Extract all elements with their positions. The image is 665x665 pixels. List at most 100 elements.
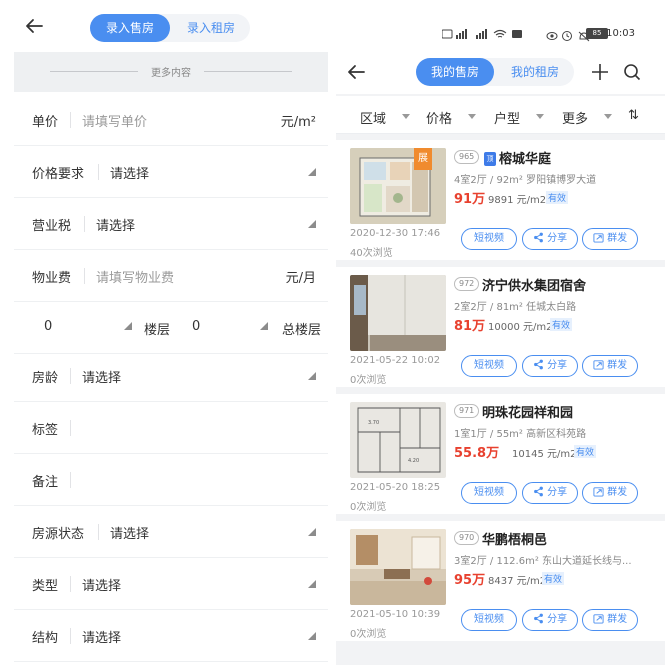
- tab-add-rent[interactable]: 录入租房: [172, 14, 250, 42]
- type-label: 类型: [32, 579, 59, 594]
- share-label: 分享: [547, 614, 568, 625]
- field-separator: [84, 216, 85, 232]
- share-icon: [534, 359, 543, 370]
- listing-date: 2021-05-10 10:39: [350, 609, 441, 620]
- share-button[interactable]: 分享: [522, 482, 578, 504]
- field-separator: [84, 268, 85, 284]
- tags-row[interactable]: 标签: [14, 402, 328, 454]
- filter-layout[interactable]: 户型: [494, 108, 520, 127]
- room-photo[interactable]: [350, 275, 446, 351]
- listing-title: 华鹏梧桐邑: [482, 533, 548, 548]
- group-send-button[interactable]: 群发: [582, 609, 638, 631]
- more-content-divider[interactable]: 更多内容: [14, 52, 328, 92]
- share-icon: [534, 232, 543, 243]
- group-send-button[interactable]: 群发: [582, 482, 638, 504]
- unit-price-input[interactable]: 请填写单价: [82, 111, 147, 130]
- chevron-down-icon: [604, 114, 612, 119]
- listing-specs: 4室2厅 / 92m² 罗阳镇博罗大道: [454, 175, 597, 186]
- my-listings-screen: 85 10:03 我的售房 我的租房 区域 价格 户型 更多 ⇅ 展 965 顶…: [336, 0, 665, 665]
- listing-unit-price: 9891 元/m2: [488, 195, 547, 206]
- structure-row[interactable]: 结构 请选择: [14, 610, 328, 662]
- exhibit-badge: 展: [414, 148, 432, 170]
- status-badge: 有效: [546, 191, 569, 204]
- listing-specs: 1室1厅 / 55m² 高新区科苑路: [454, 429, 587, 440]
- short-video-button[interactable]: 短视频: [461, 609, 517, 631]
- group-send-button[interactable]: 群发: [582, 355, 638, 377]
- share-label: 分享: [547, 233, 568, 244]
- source-status-row[interactable]: 房源状态 请选择: [14, 506, 328, 558]
- listing-card[interactable]: 970 华鹏梧桐邑 3室2厅 / 112.6m² 东山大道延长线与... 95万…: [336, 521, 665, 641]
- listing-date: 2020-12-30 17:46: [350, 228, 441, 239]
- listing-views: 0次浏览: [350, 502, 387, 513]
- listing-unit-price: 8437 元/m2: [488, 576, 547, 587]
- short-video-label: 短视频: [474, 360, 504, 371]
- short-video-button[interactable]: 短视频: [461, 355, 517, 377]
- listing-specs: 2室2厅 / 81m² 任城太白路: [454, 302, 577, 313]
- tab-my-sales[interactable]: 我的售房: [416, 58, 494, 86]
- floor-select[interactable]: 0: [44, 319, 52, 334]
- listing-price: 55.8万: [454, 446, 500, 461]
- top-tag: 顶: [484, 152, 496, 166]
- price-requirement-row[interactable]: 价格要求 请选择: [14, 146, 328, 198]
- search-icon[interactable]: [623, 63, 641, 85]
- floor-row: 0 楼层 0 总楼层: [14, 302, 328, 354]
- back-arrow-icon[interactable]: [346, 62, 366, 86]
- tab-my-rentals[interactable]: 我的租房: [496, 58, 574, 86]
- listing-id: 965: [454, 150, 480, 164]
- house-age-select[interactable]: 请选择: [82, 367, 121, 386]
- filter-bar: 区域 价格 户型 更多 ⇅: [336, 96, 665, 134]
- field-separator: [98, 524, 99, 540]
- listing-price: 95万: [454, 573, 486, 588]
- status-time: 10:03: [606, 28, 635, 39]
- chevron-down-icon: [468, 114, 476, 119]
- dropdown-corner-icon: [308, 220, 316, 228]
- type-select[interactable]: 请选择: [82, 575, 121, 594]
- business-tax-select[interactable]: 请选择: [96, 215, 135, 234]
- house-age-row[interactable]: 房龄 请选择: [14, 350, 328, 402]
- price-requirement-label: 价格要求: [32, 167, 85, 182]
- listing-id: 970: [454, 531, 480, 545]
- listing-card[interactable]: 972 济宁供水集团宿舍 2室2厅 / 81m² 任城太白路 81万 10000…: [336, 267, 665, 387]
- dropdown-corner-icon: [308, 168, 316, 176]
- structure-select[interactable]: 请选择: [82, 627, 121, 646]
- share-icon: [534, 486, 543, 497]
- remark-row[interactable]: 备注: [14, 454, 328, 506]
- total-floor-select[interactable]: 0: [192, 319, 200, 334]
- share-button[interactable]: 分享: [522, 355, 578, 377]
- group-send-label: 群发: [607, 487, 628, 498]
- group-send-icon: [593, 487, 604, 497]
- chevron-down-icon: [536, 114, 544, 119]
- floorplan-sketch-photo[interactable]: 3.70 4.20: [350, 402, 446, 478]
- dropdown-corner-icon: [308, 632, 316, 640]
- share-button[interactable]: 分享: [522, 609, 578, 631]
- total-floor-label: 总楼层: [282, 323, 322, 338]
- sort-icon[interactable]: ⇅: [628, 108, 639, 123]
- short-video-button[interactable]: 短视频: [461, 228, 517, 250]
- add-icon[interactable]: [591, 63, 609, 85]
- share-label: 分享: [547, 360, 568, 371]
- back-arrow-icon[interactable]: [24, 16, 44, 36]
- group-send-button[interactable]: 群发: [582, 228, 638, 250]
- listing-id: 971: [454, 404, 480, 418]
- filter-more[interactable]: 更多: [562, 108, 588, 127]
- field-separator: [70, 576, 71, 592]
- living-room-photo[interactable]: [350, 529, 446, 605]
- source-status-label: 房源状态: [32, 527, 85, 542]
- property-fee-input[interactable]: 请填写物业费: [96, 267, 174, 286]
- type-row[interactable]: 类型 请选择: [14, 558, 328, 610]
- field-separator: [70, 368, 71, 384]
- my-listings-tabs: 我的售房 我的租房: [416, 58, 574, 86]
- filter-price[interactable]: 价格: [426, 108, 452, 127]
- unit-price-label: 单价: [32, 115, 59, 130]
- tags-label: 标签: [32, 423, 59, 438]
- listing-card[interactable]: 展 965 顶 榕城华庭 4室2厅 / 92m² 罗阳镇博罗大道 91万 989…: [336, 140, 665, 260]
- short-video-button[interactable]: 短视频: [461, 482, 517, 504]
- source-status-select[interactable]: 请选择: [110, 523, 149, 542]
- price-requirement-select[interactable]: 请选择: [110, 163, 149, 182]
- share-button[interactable]: 分享: [522, 228, 578, 250]
- listing-views: 0次浏览: [350, 629, 387, 640]
- business-tax-row[interactable]: 营业税 请选择: [14, 198, 328, 250]
- filter-area[interactable]: 区域: [360, 108, 386, 127]
- tab-add-sale[interactable]: 录入售房: [90, 14, 170, 42]
- listing-card[interactable]: 3.70 4.20 971 明珠花园祥和园 1室1厅 / 55m² 高新区科苑路 …: [336, 394, 665, 514]
